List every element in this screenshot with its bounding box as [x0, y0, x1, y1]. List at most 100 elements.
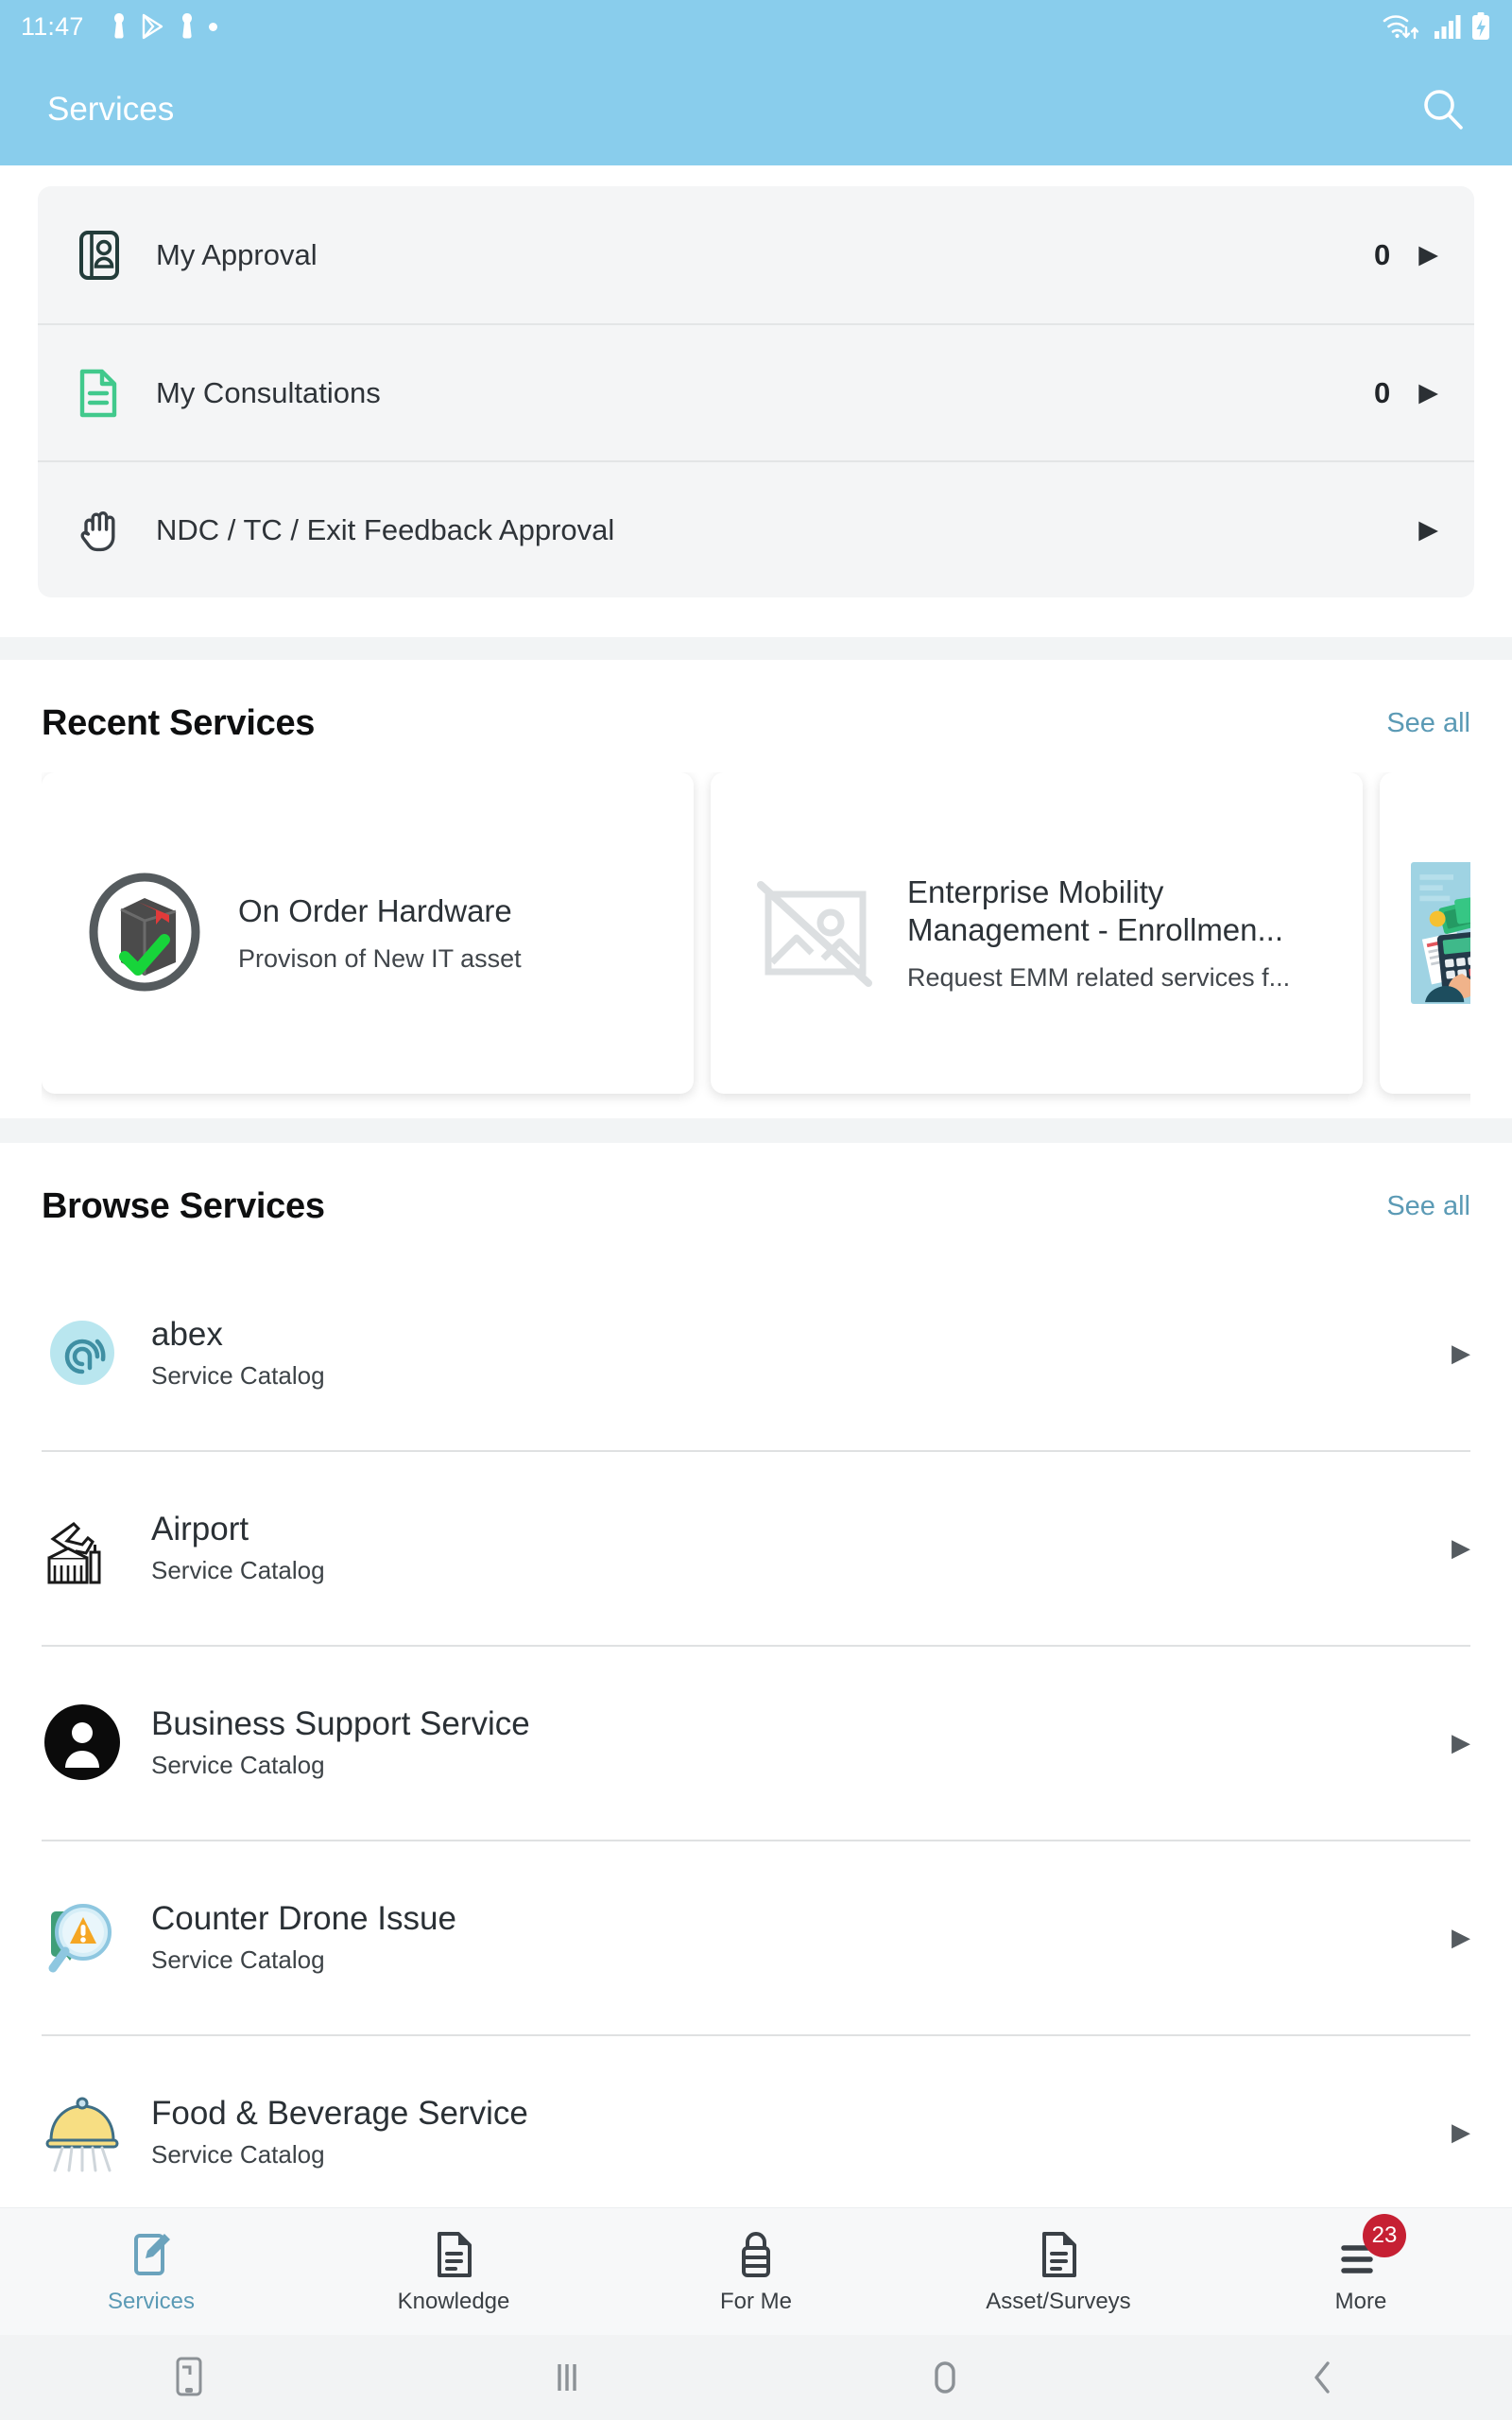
edit-note-icon	[130, 2229, 172, 2278]
person-circle-icon	[42, 1702, 123, 1783]
recent-service-text: Enterprise Mobility Management - Enrollm…	[907, 873, 1331, 994]
abex-spiral-icon	[42, 1312, 123, 1393]
tab-label: For Me	[719, 2288, 792, 2314]
chevron-right-icon: ▶	[1452, 1922, 1470, 1951]
list-item-subtitle: Service Catalog	[151, 1556, 325, 1585]
recent-service-subtitle: Request EMM related services f...	[907, 963, 1291, 993]
list-item-title: Business Support Service	[151, 1704, 530, 1742]
status-bar-clock: 11:47	[21, 11, 84, 41]
home-icon[interactable]	[756, 2356, 1134, 2399]
quick-action-ndc-tc-exit-feedback-approval[interactable]: NDC / TC / Exit Feedback Approval ▶	[38, 460, 1474, 597]
chevron-right-icon: ▶	[1418, 515, 1438, 544]
tab-more[interactable]: 23 More	[1210, 2213, 1512, 2315]
recents-icon[interactable]	[378, 2356, 756, 2399]
list-item[interactable]: Airport Service Catalog ▶	[0, 1450, 1512, 1645]
tab-services[interactable]: Services	[0, 2229, 302, 2315]
document-icon	[72, 367, 125, 420]
browse-services-header: Browse Services See all	[42, 1143, 1470, 1255]
recent-service-text: On Order Hardware Provison of New IT ass…	[238, 892, 522, 975]
tab-for-me[interactable]: For Me	[605, 2229, 907, 2315]
recent-service-subtitle: Provison of New IT asset	[238, 943, 522, 973]
quick-action-my-approval[interactable]: My Approval 0 ▶	[38, 186, 1474, 323]
magnifier-warning-icon	[42, 1896, 123, 1978]
section-title: Recent Services	[42, 703, 316, 743]
chevron-right-icon: ▶	[1452, 1727, 1470, 1756]
list-item-text: abex Service Catalog	[151, 1315, 1452, 1391]
status-bar: 11:47	[0, 0, 1512, 53]
section-divider	[0, 1118, 1512, 1143]
quick-action-count: 0	[1373, 375, 1391, 409]
app-bar: Services	[0, 53, 1512, 165]
quick-action-my-consultations[interactable]: My Consultations 0 ▶	[38, 323, 1474, 460]
contact-book-icon	[72, 229, 125, 282]
chevron-right-icon: ▶	[1418, 240, 1438, 268]
recent-services-section: Recent Services See all On Order Hardwar…	[0, 660, 1512, 1118]
list-item[interactable]: Business Support Service Service Catalog…	[0, 1645, 1512, 1840]
list-item-title: abex	[151, 1315, 223, 1353]
person-notification-icon	[178, 12, 197, 41]
recent-service-card[interactable]: On Order Hardware Provison of New IT ass…	[42, 772, 694, 1094]
list-item-subtitle: Service Catalog	[151, 1751, 325, 1780]
back-icon[interactable]	[1134, 2356, 1512, 2399]
tab-label: More	[1334, 2288, 1387, 2314]
quick-action-count: 0	[1373, 237, 1391, 271]
browse-services-see-all[interactable]: See all	[1386, 1191, 1470, 1222]
document-icon	[435, 2229, 472, 2278]
status-badge: 23	[1363, 2213, 1406, 2257]
quick-action-label: My Consultations	[156, 375, 381, 409]
recent-services-header: Recent Services See all	[42, 660, 1470, 772]
battery-charging-icon	[1470, 11, 1491, 42]
list-item-title: Food & Beverage Service	[151, 2094, 528, 2132]
list-item-subtitle: Service Catalog	[151, 1945, 325, 1975]
chevron-right-icon: ▶	[1452, 2117, 1470, 2146]
hand-palm-icon	[72, 504, 125, 557]
list-item[interactable]: Food & Beverage Service Service Catalog …	[0, 2034, 1512, 2229]
tab-label: Services	[107, 2288, 196, 2314]
list-item-subtitle: Service Catalog	[151, 1361, 325, 1391]
recent-services-carousel[interactable]: On Order Hardware Provison of New IT ass…	[42, 772, 1470, 1118]
tab-knowledge[interactable]: Knowledge	[302, 2229, 605, 2315]
broken-image-icon	[743, 862, 885, 1004]
browse-services-list: abex Service Catalog ▶ Airport Service C…	[0, 1255, 1512, 2229]
browse-services-section: Browse Services See all	[0, 1143, 1512, 1255]
list-item-text: Counter Drone Issue Service Catalog	[151, 1899, 1452, 1975]
system-navigation-bar	[0, 2335, 1512, 2420]
package-approved-icon	[74, 862, 215, 1004]
cellular-signal-icon	[1434, 12, 1462, 41]
dot-icon	[208, 22, 217, 31]
quick-action-label: My Approval	[156, 237, 318, 271]
search-icon[interactable]	[1414, 80, 1472, 139]
quick-actions-card: My Approval 0 ▶ My Consultations 0 ▶ NDC…	[38, 186, 1474, 597]
chevron-right-icon: ▶	[1418, 378, 1438, 406]
status-bar-right	[1382, 11, 1491, 42]
list-item[interactable]: Counter Drone Issue Service Catalog ▶	[0, 1840, 1512, 2034]
play-store-icon	[141, 13, 165, 40]
recent-services-see-all[interactable]: See all	[1386, 708, 1470, 739]
quick-actions-section: My Approval 0 ▶ My Consultations 0 ▶ NDC…	[0, 165, 1512, 597]
status-bar-left: 11:47	[21, 12, 1382, 42]
recent-service-title: On Order Hardware	[238, 892, 512, 928]
recent-service-card[interactable]: Asset Scrap Declaration	[1380, 772, 1470, 1094]
bottom-navigation: Services Knowledge For Me Asset/Surveys …	[0, 2207, 1512, 2335]
tab-label: Asset/Surveys	[986, 2288, 1131, 2314]
document-lines-icon	[1040, 2229, 1077, 2278]
list-item-title: Counter Drone Issue	[151, 1899, 456, 1937]
list-item[interactable]: abex Service Catalog ▶	[0, 1255, 1512, 1450]
recent-service-card[interactable]: Enterprise Mobility Management - Enrollm…	[711, 772, 1363, 1094]
hamburger-menu-icon: 23	[1338, 2213, 1406, 2278]
tab-asset-surveys[interactable]: Asset/Surveys	[907, 2229, 1210, 2315]
lock-document-icon	[737, 2229, 775, 2278]
food-cloche-icon	[42, 2091, 123, 2172]
list-item-text: Food & Beverage Service Service Catalog	[151, 2094, 1452, 2169]
list-item-title: Airport	[151, 1510, 249, 1547]
asset-scrap-declaration-illustration: Asset Scrap Declaration	[1406, 857, 1470, 1009]
wifi-data-icon	[1382, 11, 1425, 42]
quick-action-label: NDC / TC / Exit Feedback Approval	[156, 512, 615, 546]
chevron-right-icon: ▶	[1452, 1532, 1470, 1562]
recent-service-title: Enterprise Mobility Management - Enrollm…	[907, 873, 1284, 947]
list-item-text: Airport Service Catalog	[151, 1510, 1452, 1585]
screenshot-icon[interactable]	[0, 2356, 378, 2399]
section-divider	[0, 637, 1512, 660]
person-notification-icon	[110, 12, 129, 41]
section-title: Browse Services	[42, 1186, 325, 1226]
